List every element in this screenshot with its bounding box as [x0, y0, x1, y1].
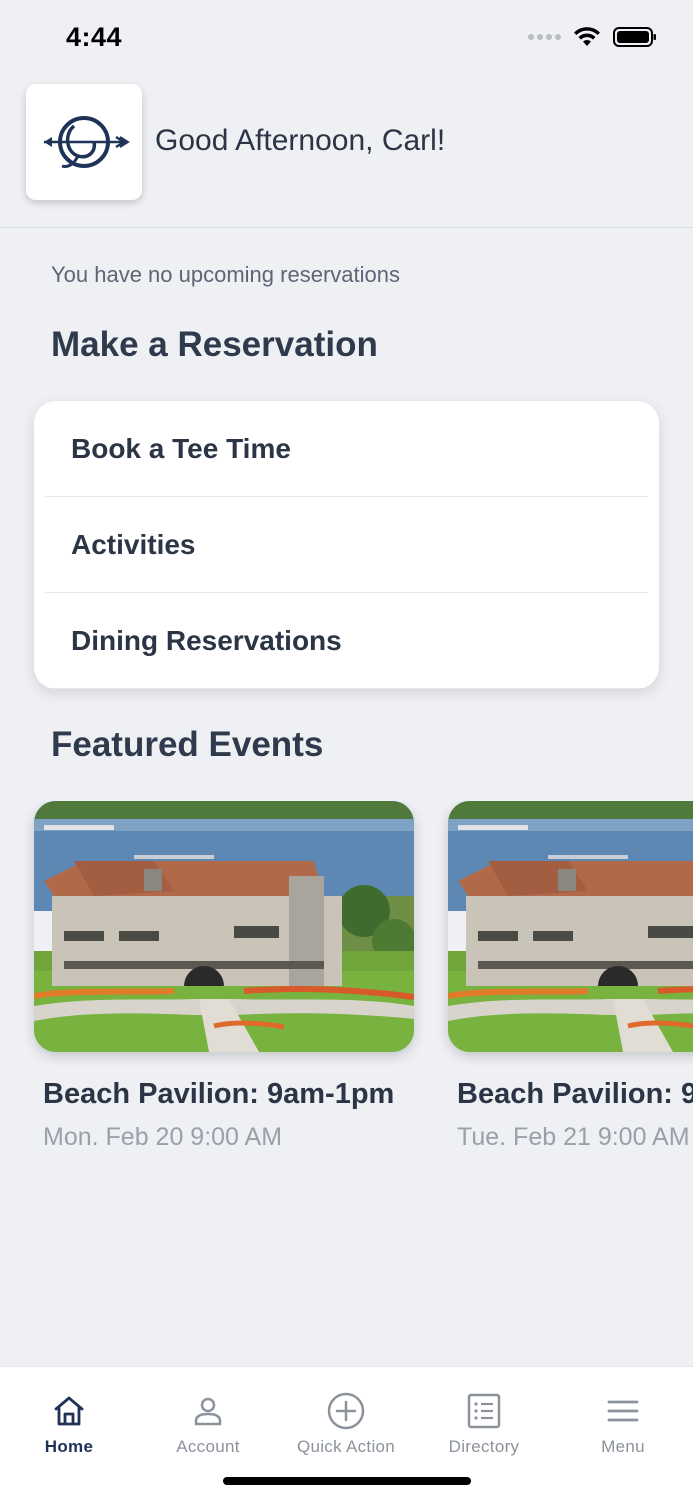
greeting-text: Good Afternoon, Carl!: [155, 124, 446, 157]
dining-reservations-item[interactable]: Dining Reservations: [45, 593, 648, 689]
list-icon: [467, 1393, 501, 1429]
tab-label: Quick Action: [296, 1437, 396, 1456]
club-logo-icon: [44, 116, 130, 168]
home-indicator: [223, 1477, 471, 1485]
battery-icon: [613, 27, 656, 47]
home-icon: [54, 1396, 84, 1426]
person-icon: [194, 1397, 222, 1426]
tab-account[interactable]: Account: [139, 1367, 277, 1467]
status-bar: 4:44: [0, 0, 693, 76]
book-tee-time-item[interactable]: Book a Tee Time: [45, 401, 648, 497]
event-image: [448, 801, 693, 1052]
reservation-item-label: Activities: [71, 528, 196, 560]
plus-circle-icon: [327, 1392, 365, 1430]
tab-home[interactable]: Home: [0, 1367, 138, 1467]
tab-quick-action[interactable]: Quick Action: [277, 1367, 415, 1467]
event-image: [34, 801, 414, 1052]
event-title: Beach Pavilion: 9am-1pm: [43, 1078, 395, 1110]
hamburger-icon: [607, 1400, 639, 1422]
tab-label: Home: [44, 1437, 94, 1456]
tab-label: Account: [176, 1437, 240, 1456]
no-reservations-text: You have no upcoming reservations: [51, 262, 400, 287]
event-card[interactable]: Beach Pavilion: 9am-1pm Mon. Feb 20 9:00…: [34, 801, 414, 1151]
activities-item[interactable]: Activities: [45, 497, 648, 593]
tab-label: Directory: [448, 1437, 520, 1456]
featured-events-title: Featured Events: [51, 725, 324, 764]
wifi-icon: [574, 27, 600, 46]
reservation-item-label: Dining Reservations: [71, 624, 342, 656]
featured-events-carousel[interactable]: Beach Pavilion: 9am-1pm Mon. Feb 20 9:00…: [0, 801, 693, 1181]
home-header: Good Afternoon, Carl!: [0, 76, 693, 228]
event-date: Tue. Feb 21 9:00 AM: [457, 1123, 690, 1151]
status-time: 4:44: [66, 22, 123, 52]
tab-label: Menu: [601, 1437, 645, 1456]
event-date: Mon. Feb 20 9:00 AM: [43, 1123, 283, 1151]
tab-menu[interactable]: Menu: [554, 1367, 692, 1467]
cellular-signal-icon: [528, 34, 561, 40]
event-card[interactable]: Beach Pavilion: 9am-1pm Tue. Feb 21 9:00…: [448, 801, 693, 1151]
tab-directory[interactable]: Directory: [415, 1367, 553, 1467]
make-reservation-title: Make a Reservation: [51, 325, 378, 364]
club-logo[interactable]: [26, 84, 142, 200]
status-icons: [528, 26, 657, 48]
event-title: Beach Pavilion: 9am-1pm: [457, 1078, 693, 1110]
reservation-options-card: Book a Tee Time Activities Dining Reserv…: [34, 401, 659, 689]
reservation-item-label: Book a Tee Time: [71, 432, 291, 464]
